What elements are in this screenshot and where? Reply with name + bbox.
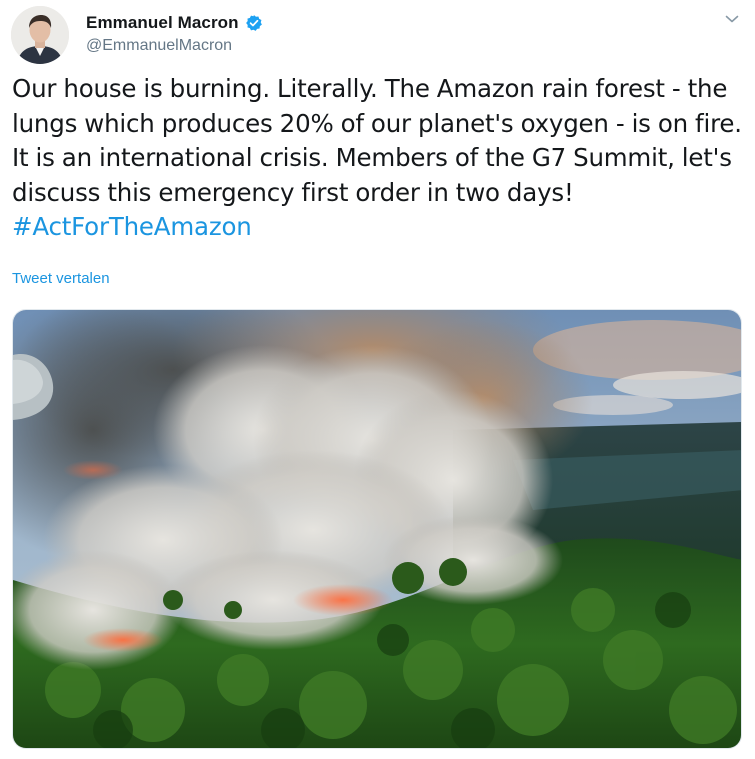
chevron-down-icon[interactable] bbox=[725, 14, 739, 24]
tweet-body: Our house is burning. Literally. The Ama… bbox=[12, 74, 742, 207]
author-name[interactable]: Emmanuel Macron bbox=[86, 13, 239, 33]
author-block: Emmanuel Macron @EmmanuelMacron bbox=[86, 12, 263, 55]
tweet-media-photo[interactable] bbox=[12, 309, 742, 749]
author-avatar[interactable] bbox=[11, 6, 69, 64]
hashtag-link[interactable]: #ActForTheAmazon bbox=[12, 212, 252, 241]
tweet-text: Our house is burning. Literally. The Ama… bbox=[12, 72, 742, 245]
avatar-icon bbox=[11, 6, 69, 64]
amazon-fire-photo-icon bbox=[13, 310, 741, 748]
verified-badge-icon bbox=[245, 15, 262, 31]
author-name-row: Emmanuel Macron bbox=[86, 12, 263, 34]
translate-tweet-link[interactable]: Tweet vertalen bbox=[12, 270, 110, 287]
tweet-card: Emmanuel Macron @EmmanuelMacron Our hous… bbox=[0, 0, 755, 759]
author-handle[interactable]: @EmmanuelMacron bbox=[86, 37, 263, 55]
